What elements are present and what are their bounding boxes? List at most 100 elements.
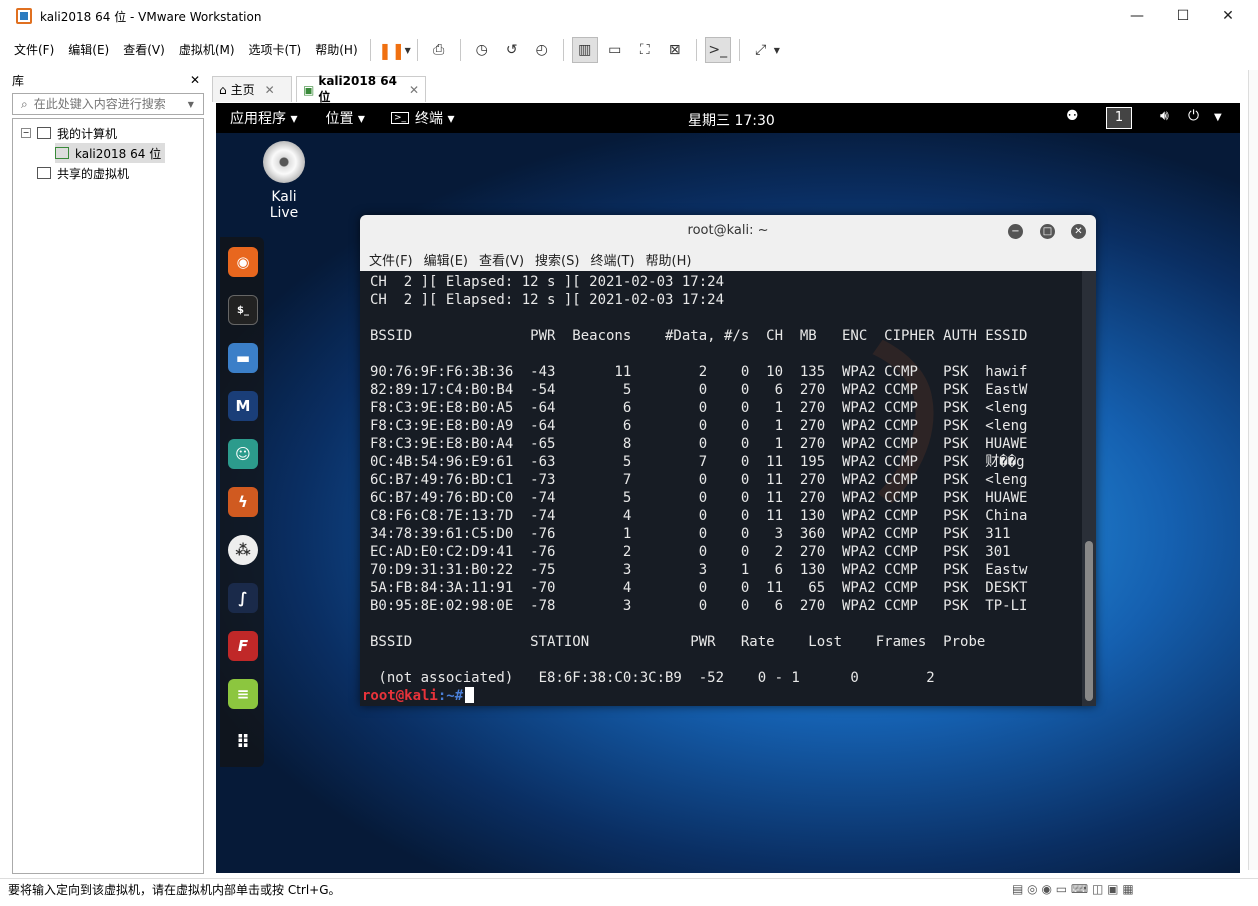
toolbar-separator xyxy=(369,39,371,61)
library-header: 库 ✕ xyxy=(6,70,206,90)
unity-icon[interactable]: ⊠ xyxy=(662,37,688,63)
computer-icon xyxy=(37,127,51,139)
tree-vm-kali[interactable]: kali2018 64 位 xyxy=(55,143,166,163)
tab-bar: ⌂ 主页 ✕ ▣ kali2018 64 位 ✕ xyxy=(212,74,1252,104)
show-library-icon[interactable]: ▥ xyxy=(571,37,598,63)
toolbar-separator xyxy=(459,39,461,61)
menu-tabs[interactable]: 选项卡(T) xyxy=(241,32,308,68)
terminal-title: root@kali: ~ xyxy=(687,223,769,238)
volume-icon[interactable]: 🔊︎ xyxy=(1160,108,1169,124)
tree-label: 共享的虚拟机 xyxy=(57,166,130,181)
terminal-menu-search[interactable]: 搜索(S) xyxy=(535,250,579,269)
tree-shared-vms[interactable]: 共享的虚拟机 xyxy=(37,163,129,183)
home-icon: ⌂ xyxy=(219,82,227,97)
desktop-icon-label: Kali Live xyxy=(269,189,299,221)
stretch-guest-icon[interactable]: ⤢ xyxy=(748,37,774,63)
collapse-icon[interactable]: − xyxy=(21,128,31,138)
tab-home[interactable]: ⌂ 主页 ✕ xyxy=(212,76,292,102)
metasploit-icon[interactable]: M xyxy=(228,391,258,421)
pause-icon[interactable]: ❚❚ xyxy=(378,37,405,63)
faraday-icon[interactable]: F xyxy=(228,631,258,661)
kali-terminal-menu[interactable]: 终端 ▾ xyxy=(415,108,454,128)
kali-applications-menu[interactable]: 应用程序 ▾ xyxy=(230,108,297,128)
maltego-icon[interactable]: ⁂ xyxy=(228,535,258,565)
terminal-output[interactable]: CH 2 ][ Elapsed: 12 s ][ 2021-02-03 17:2… xyxy=(360,271,1082,706)
text-cursor xyxy=(465,687,475,703)
close-icon[interactable]: ✕ xyxy=(1071,224,1086,239)
tab-kali[interactable]: ▣ kali2018 64 位 ✕ xyxy=(296,74,426,104)
maximize-icon[interactable]: □ xyxy=(1040,224,1055,239)
status-device-icons: ▤ ◎ ◉ ▭ ⌨ ◫ ▣ ▦ xyxy=(1012,882,1134,896)
snapshot-icon[interactable]: ◷ xyxy=(469,37,495,63)
leafpad-icon[interactable]: ≡ xyxy=(228,679,258,709)
menu-edit[interactable]: 编辑(E) xyxy=(60,32,115,68)
terminal-line: 70:D9:31:31:B0:22 -75 3 3 1 6 130 WPA2 C… xyxy=(370,562,1028,578)
kali-clock[interactable]: 星期三 17:30 xyxy=(688,110,775,130)
chevron-down-icon[interactable]: ▼ xyxy=(405,46,411,55)
minimize-button[interactable]: — xyxy=(1114,0,1160,32)
terminal-window[interactable]: root@kali: ~ − □ ✕ 文件(F) 编辑(E) 查看(V) 搜索(… xyxy=(360,215,1096,706)
vmware-window: kali2018 64 位 - VMware Workstation — ☐ ✕… xyxy=(0,0,1258,906)
terminal-menu-edit[interactable]: 编辑(E) xyxy=(424,250,468,269)
library-title: 库 xyxy=(12,73,25,88)
tree-my-computer[interactable]: − 我的计算机 xyxy=(21,123,117,143)
console-view-icon[interactable]: >_ xyxy=(704,37,731,63)
airodump-output: CH 2 ][ Elapsed: 12 s ][ 2021-02-03 17:2… xyxy=(370,273,1027,687)
minimize-icon[interactable]: − xyxy=(1008,224,1023,239)
users-icon[interactable]: ⚉ xyxy=(1066,108,1079,124)
kali-places-menu[interactable]: 位置 ▾ xyxy=(325,108,364,128)
close-icon[interactable]: ✕ xyxy=(265,83,275,97)
terminal-title-bar: root@kali: ~ − □ ✕ xyxy=(360,215,1096,247)
tab-label: kali2018 64 位 xyxy=(318,74,397,104)
power-icon[interactable]: ⏻ xyxy=(1188,108,1199,124)
menu-help[interactable]: 帮助(H) xyxy=(307,32,363,68)
show-apps-icon[interactable]: ⠿ xyxy=(228,727,258,757)
menu-file[interactable]: 文件(F) xyxy=(0,32,60,68)
library-search[interactable]: ⌕ ▼ xyxy=(12,93,204,115)
menu-view[interactable]: 查看(V) xyxy=(115,32,171,68)
maximize-button[interactable]: ☐ xyxy=(1160,0,1206,32)
toolbar-separator xyxy=(562,39,564,61)
terminal-line: CH 2 ][ Elapsed: 12 s ][ 2021-02-03 17:2… xyxy=(370,274,725,290)
terminal-line: B0:95:8E:02:98:0E -78 3 0 0 6 270 WPA2 C… xyxy=(370,598,1028,614)
terminal-menu-file[interactable]: 文件(F) xyxy=(369,250,413,269)
vm-running-icon xyxy=(55,147,69,159)
firefox-icon[interactable]: ◉ xyxy=(228,247,258,277)
armitage-icon[interactable]: ☺ xyxy=(228,439,258,469)
revert-snapshot-icon[interactable]: ↺ xyxy=(499,37,525,63)
close-button[interactable]: ✕ xyxy=(1205,0,1251,32)
chevron-down-icon[interactable]: ▼ xyxy=(188,100,194,109)
chevron-down-icon[interactable]: ▼ xyxy=(774,46,780,55)
tree-label: kali2018 64 位 xyxy=(75,146,162,161)
background-window-edge xyxy=(1248,70,1258,870)
menu-vm[interactable]: 虚拟机(M) xyxy=(171,32,241,68)
files-icon[interactable]: ▬ xyxy=(228,343,258,373)
chevron-down-icon[interactable]: ▼ xyxy=(1214,112,1222,123)
terminal-app-icon[interactable]: $_ xyxy=(228,295,258,325)
scrollbar-thumb[interactable] xyxy=(1085,541,1093,701)
close-icon[interactable]: ✕ xyxy=(409,83,419,97)
terminal-scrollbar[interactable] xyxy=(1082,271,1096,706)
library-close-icon[interactable]: ✕ xyxy=(190,73,200,87)
terminal-menu-terminal[interactable]: 终端(T) xyxy=(590,250,634,269)
desktop-icon-kali-live[interactable]: Kali Live xyxy=(256,141,312,221)
thumbnail-bar-icon[interactable]: ▭ xyxy=(602,37,628,63)
workspace-indicator[interactable]: 1 xyxy=(1106,107,1132,129)
burpsuite-icon[interactable]: ϟ xyxy=(228,487,258,517)
prompt-path: :~# xyxy=(437,688,464,704)
snapshot-manager-icon[interactable]: ◴ xyxy=(529,37,555,63)
library-search-input[interactable] xyxy=(33,97,184,111)
terminal-line: 34:78:39:61:C5:D0 -76 1 0 0 3 360 WPA2 C… xyxy=(370,526,1011,542)
send-ctrl-alt-del-icon[interactable]: ⎙ xyxy=(426,37,452,63)
vm-console[interactable]: 应用程序 ▾ 位置 ▾ >_ 终端 ▾ 星期三 17:30 ⚉ 1 🔊︎ ⏻ ▼… xyxy=(216,103,1240,873)
terminal-menu-view[interactable]: 查看(V) xyxy=(479,250,524,269)
window-title: kali2018 64 位 - VMware Workstation xyxy=(40,9,262,24)
full-screen-icon[interactable]: ⛶ xyxy=(632,37,658,63)
library-tree: − 我的计算机 kali2018 64 位 共享的虚拟机 xyxy=(12,118,204,874)
terminal-menu-help[interactable]: 帮助(H) xyxy=(646,250,692,269)
beef-icon[interactable]: ∫ xyxy=(228,583,258,613)
